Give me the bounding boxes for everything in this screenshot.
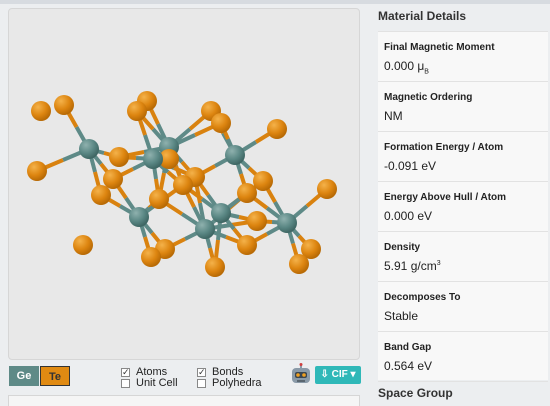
property-label: Magnetic Ordering (384, 92, 473, 103)
top-border (0, 0, 550, 4)
lower-panel (8, 395, 360, 406)
atom-te (237, 183, 257, 203)
atom-te (267, 119, 287, 139)
atom-ge (195, 219, 215, 239)
atom-te (31, 101, 51, 121)
atom-ge (79, 139, 99, 159)
atom-te (247, 211, 267, 231)
property-label: Final Magnetic Moment (384, 42, 495, 53)
unit-cell-checkbox[interactable]: Unit Cell (121, 377, 178, 389)
atom-te (127, 101, 147, 121)
property-value: 0.000 μB (384, 59, 429, 76)
property-value: 0.000 eV (384, 209, 433, 223)
cif-label: CIF (331, 369, 348, 380)
atom-te (103, 169, 123, 189)
atom-te (27, 161, 47, 181)
crystal-structure-canvas[interactable] (9, 9, 361, 361)
unit-cell-label: Unit Cell (136, 377, 178, 389)
atom-te (141, 247, 161, 267)
structure-viewer[interactable] (8, 8, 360, 360)
atom-ge (225, 145, 245, 165)
checkbox-unchecked-icon[interactable] (121, 378, 130, 388)
material-details-title: Material Details (378, 9, 467, 23)
property-band-gap: Band Gap 0.564 eV (378, 332, 548, 382)
property-magnetic-ordering: Magnetic Ordering NM (378, 82, 548, 132)
atom-te (54, 95, 74, 115)
property-density: Density 5.91 g/cm3 (378, 232, 548, 282)
property-label: Formation Energy / Atom (384, 142, 504, 153)
property-label: Energy Above Hull / Atom (384, 192, 507, 203)
property-decomposes-to: Decomposes To Stable (378, 282, 548, 332)
checkbox-checked-icon[interactable]: ✓ (121, 367, 130, 377)
atom-te (109, 147, 129, 167)
property-value: 0.564 eV (384, 359, 433, 373)
property-value: Stable (384, 309, 419, 323)
element-button-te[interactable]: Te (40, 366, 70, 386)
atom-te (317, 179, 337, 199)
property-value: -0.091 eV (384, 159, 437, 173)
atom-te (149, 189, 169, 209)
property-formation-energy: Formation Energy / Atom -0.091 eV (378, 132, 548, 182)
property-label: Density (384, 242, 421, 253)
atom-te (91, 185, 111, 205)
polyhedra-label: Polyhedra (212, 377, 262, 389)
atom-ge (277, 213, 297, 233)
property-label: Decomposes To (384, 292, 461, 303)
property-value: NM (384, 109, 403, 123)
robot-icon[interactable] (290, 363, 312, 385)
polyhedra-checkbox[interactable]: Polyhedra (197, 377, 262, 389)
chevron-down-icon: ▾ (350, 369, 356, 380)
property-label: Band Gap (384, 342, 432, 353)
atom-te (73, 235, 93, 255)
material-details-list: Final Magnetic Moment 0.000 μB Magnetic … (378, 31, 548, 382)
checkbox-checked-icon[interactable]: ✓ (197, 367, 206, 377)
atom-te (173, 175, 193, 195)
element-button-ge[interactable]: Ge (9, 366, 39, 386)
property-value: 5.91 g/cm3 (384, 259, 441, 273)
atom-te (289, 254, 309, 274)
atom-te (205, 257, 225, 277)
atom-ge (129, 207, 149, 227)
atom-te (253, 171, 273, 191)
download-cif-button[interactable]: ⇩ CIF ▾ (315, 366, 361, 384)
property-energy-above-hull: Energy Above Hull / Atom 0.000 eV (378, 182, 548, 232)
download-icon: ⇩ (320, 369, 329, 380)
atom-ge (143, 149, 163, 169)
atom-te (211, 113, 231, 133)
space-group-title: Space Group (378, 386, 453, 400)
atom-ge (211, 203, 231, 223)
property-final-magnetic-moment: Final Magnetic Moment 0.000 μB (378, 32, 548, 82)
atom-te (237, 235, 257, 255)
checkbox-unchecked-icon[interactable] (197, 378, 206, 388)
